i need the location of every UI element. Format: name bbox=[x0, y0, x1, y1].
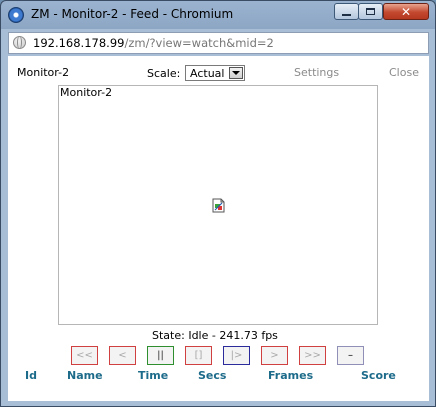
stat-name-label: Name bbox=[67, 369, 103, 382]
window-title: ZM - Monitor-2 - Feed - Chromium bbox=[31, 7, 234, 21]
zoom-out-button[interactable]: – bbox=[337, 346, 364, 365]
maximize-button[interactable] bbox=[358, 3, 383, 20]
stat-time-label: Time bbox=[138, 369, 169, 382]
play-button[interactable]: |> bbox=[223, 346, 250, 365]
monitor-name: Monitor-2 bbox=[17, 66, 70, 79]
page-globe-icon bbox=[13, 36, 26, 49]
stat-score-label: Score bbox=[361, 369, 396, 382]
page-content: Monitor-2 Scale: Actual Settings Close M… bbox=[8, 56, 429, 401]
pause-button[interactable]: || bbox=[147, 346, 174, 365]
settings-link[interactable]: Settings bbox=[294, 66, 339, 79]
step-forward-button[interactable]: > bbox=[261, 346, 288, 365]
fast-forward-button[interactable]: >> bbox=[299, 346, 326, 365]
close-window-button[interactable]: ✕ bbox=[383, 3, 429, 20]
stat-frames-label: Frames bbox=[268, 369, 314, 382]
address-bar[interactable]: 192.168.178.99/zm/?view=watch&mid=2 bbox=[8, 32, 429, 54]
scale-label: Scale: bbox=[147, 67, 181, 80]
feed-overlay-title: Monitor-2 bbox=[60, 86, 113, 99]
stop-button[interactable]: [] bbox=[185, 346, 212, 365]
chevron-down-icon[interactable] bbox=[229, 67, 243, 79]
minimize-icon bbox=[342, 13, 351, 16]
status-text: State: Idle - 241.73 fps bbox=[152, 329, 278, 342]
url-text[interactable]: 192.168.178.99/zm/?view=watch&mid=2 bbox=[33, 36, 274, 50]
scale-select[interactable]: Actual bbox=[185, 65, 245, 81]
url-path: /zm/?view=watch&mid=2 bbox=[124, 36, 274, 50]
url-host: 192.168.178.99 bbox=[33, 36, 125, 50]
close-link[interactable]: Close bbox=[389, 66, 419, 79]
browser-window: ZM - Monitor-2 - Feed - Chromium ✕ 192.1… bbox=[0, 0, 436, 407]
chromium-app-icon bbox=[8, 7, 24, 23]
step-back-button[interactable]: < bbox=[109, 346, 136, 365]
title-bar[interactable]: ZM - Monitor-2 - Feed - Chromium ✕ bbox=[1, 1, 435, 29]
monitor-feed[interactable]: Monitor-2 bbox=[58, 85, 378, 325]
scale-select-value: Actual bbox=[190, 67, 225, 80]
close-icon: ✕ bbox=[400, 4, 412, 19]
stat-secs-label: Secs bbox=[198, 369, 227, 382]
maximize-icon bbox=[366, 8, 375, 15]
minimize-button[interactable] bbox=[334, 3, 359, 20]
fast-rewind-button[interactable]: << bbox=[71, 346, 98, 365]
broken-image-icon bbox=[212, 198, 225, 213]
stat-id-label: Id bbox=[25, 369, 37, 382]
